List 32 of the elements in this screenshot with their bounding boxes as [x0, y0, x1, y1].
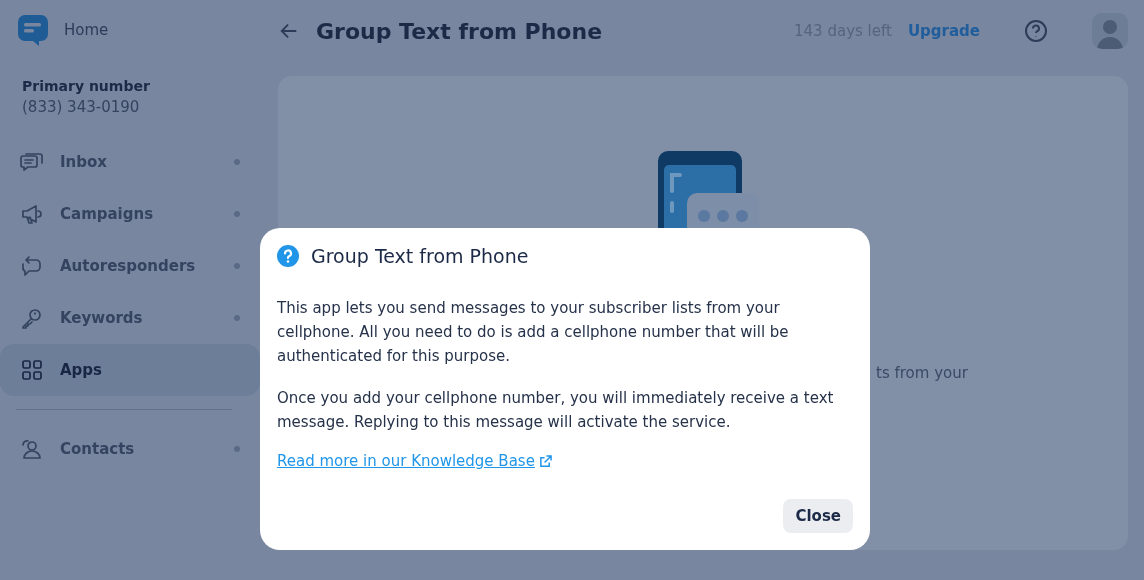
sidebar-item[interactable]: Inbox: [0, 136, 260, 188]
sidebar-item[interactable]: Autoresponders: [0, 240, 260, 292]
inbox-icon: [20, 150, 44, 174]
page-title: Group Text from Phone: [316, 18, 604, 44]
autoresponders-icon: [20, 254, 44, 278]
help-icon[interactable]: [1024, 19, 1048, 43]
status-dot: [234, 263, 240, 269]
campaigns-icon: [20, 202, 44, 226]
upgrade-link[interactable]: Upgrade: [907, 22, 980, 40]
primary-number: (833) 343-0190: [22, 98, 141, 116]
sidebar-item[interactable]: Campaigns: [0, 188, 260, 240]
dialog-paragraph: This app lets you send messages to your subscriber lists from your cellphone. All you need to do is add a cellphone number that will be authenticated for this purpose.: [277, 298, 790, 367]
logo-icon: [16, 13, 50, 47]
dialog-title: Group Text from Phone: [311, 245, 529, 267]
keywords-icon: [20, 306, 44, 330]
primary-number-label: Primary number: [22, 78, 151, 94]
status-dot: [234, 211, 240, 217]
status-dot: [234, 315, 240, 321]
sidebar-item[interactable]: Apps: [0, 344, 260, 396]
knowledge-base-link[interactable]: Read more in our Knowledge Base: [277, 452, 535, 470]
apps-icon: [20, 358, 44, 382]
external-link-icon: [538, 454, 552, 468]
home-link[interactable]: Home: [64, 21, 109, 39]
description-text: ts from your: [876, 364, 968, 382]
question-icon: [277, 245, 299, 267]
contacts-icon: [20, 437, 44, 461]
close-button[interactable]: Close: [783, 499, 853, 533]
status-dot: [234, 159, 240, 165]
dialog-paragraph: Once you add your cellphone number, you will immediately receive a text message. Replying to this message will activate the service.: [277, 388, 835, 433]
status-dot: [234, 446, 240, 452]
sidebar-item[interactable]: Keywords: [0, 292, 260, 344]
sidebar-item[interactable]: Contacts: [0, 423, 260, 475]
